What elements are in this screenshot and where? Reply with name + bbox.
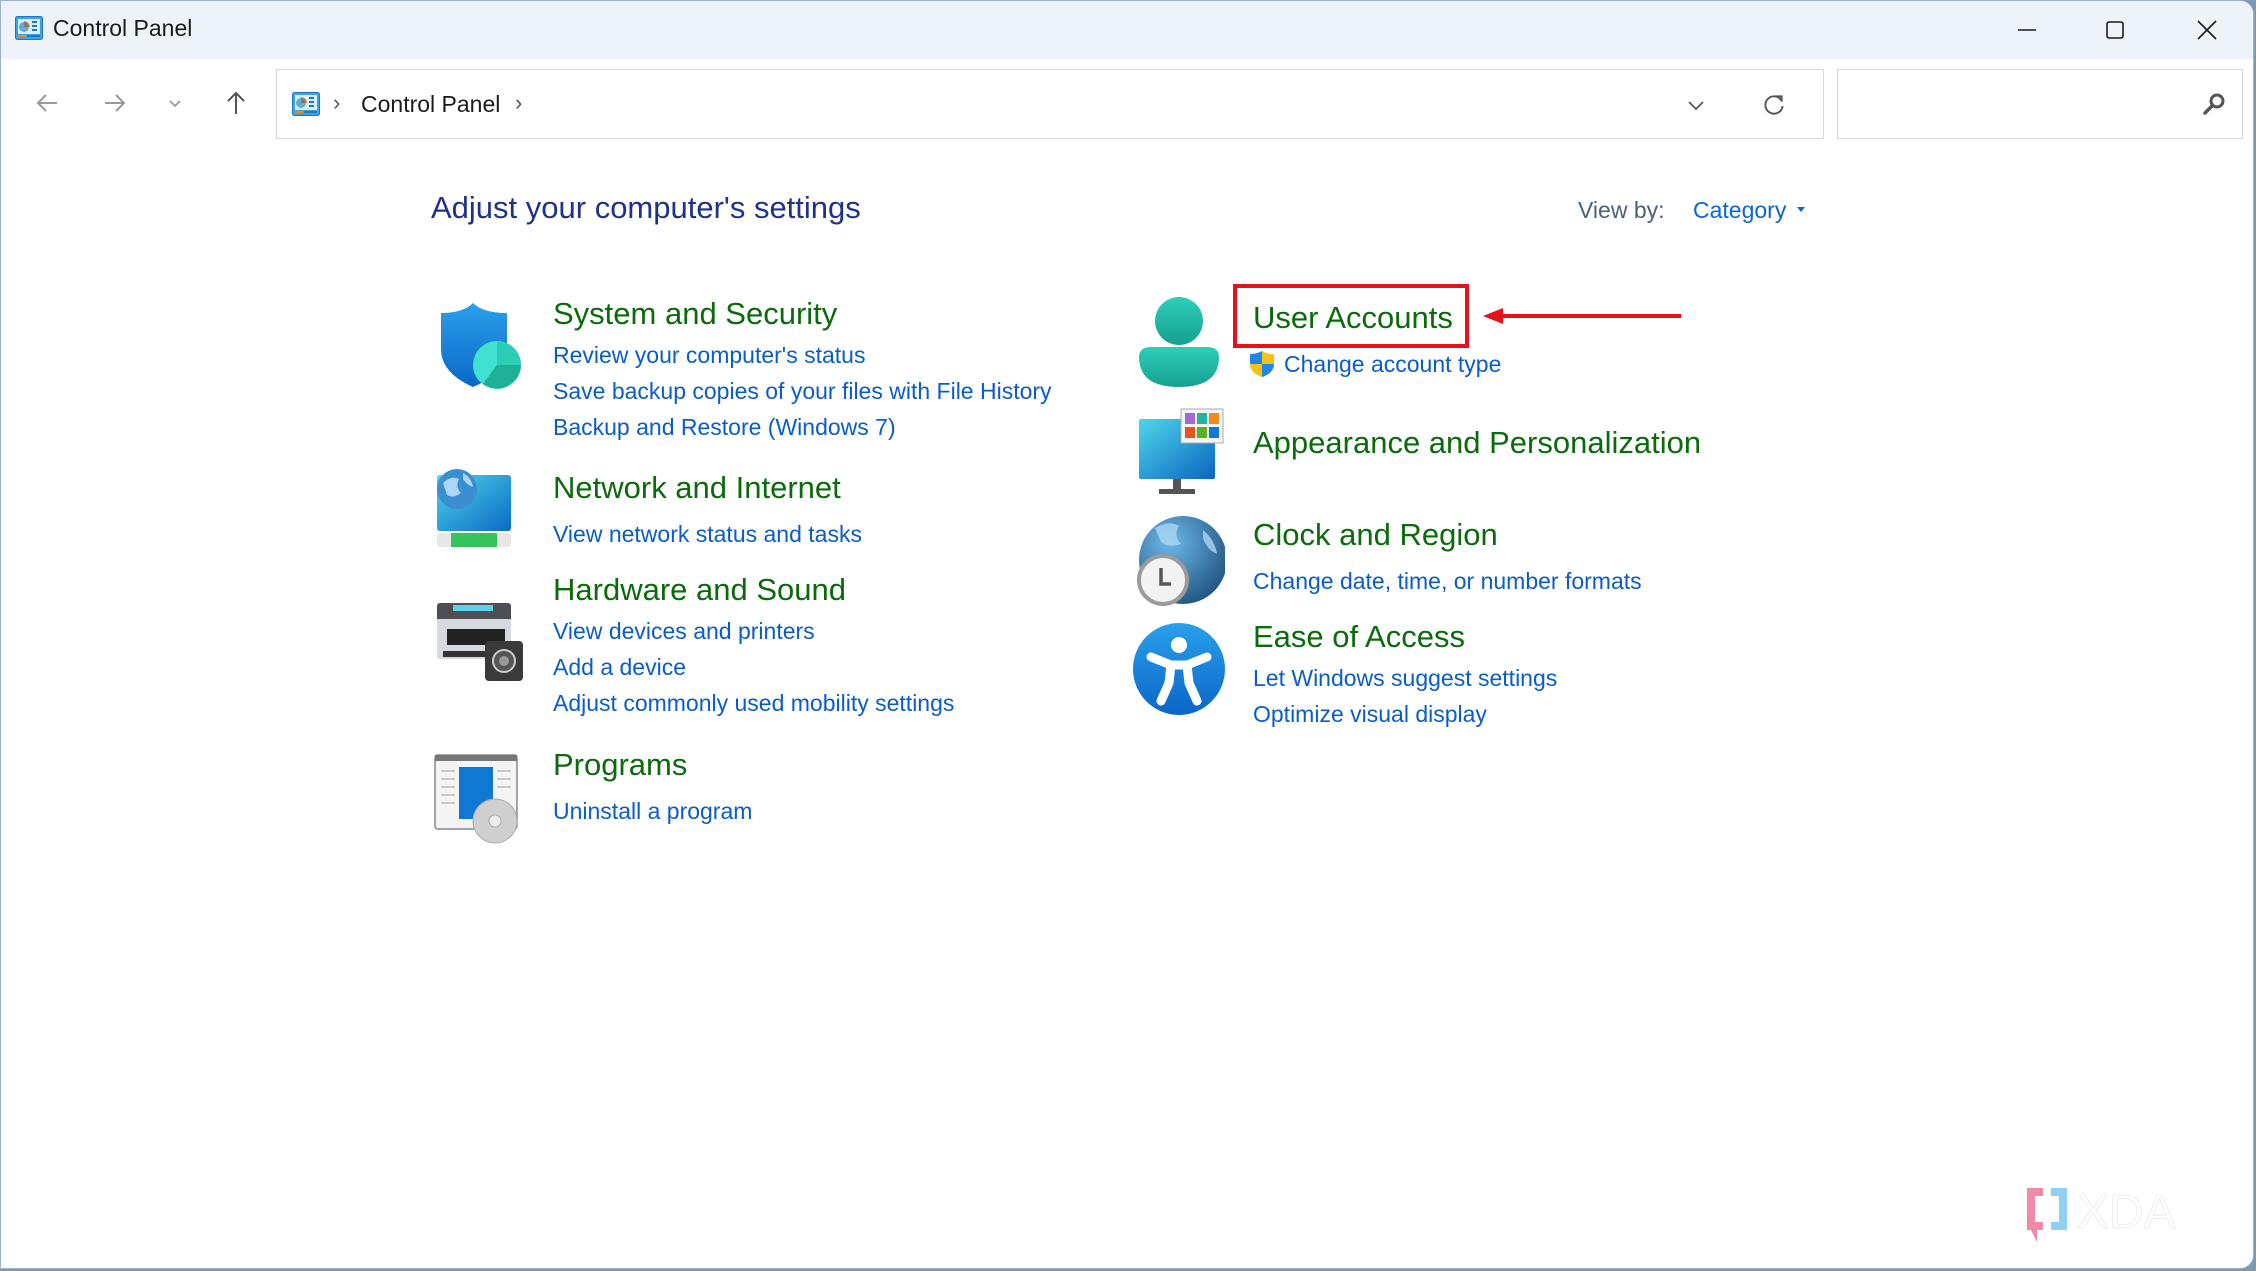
link-change-account-type[interactable]: Change account type (1284, 351, 1501, 378)
address-dropdown-button[interactable] (1679, 88, 1713, 122)
monitor-palette-icon (1139, 408, 1224, 494)
highlight-box (1233, 284, 1469, 348)
page-title: Adjust your computer's settings (431, 190, 861, 225)
xda-watermark-logo: XDA (2027, 1186, 2176, 1242)
minimize-button[interactable] (1981, 1, 2073, 59)
breadcrumb-separator-icon[interactable]: › (333, 90, 340, 116)
recent-locations-button[interactable] (153, 81, 197, 125)
arrow-up-icon (227, 91, 245, 114)
link-devices-printers[interactable]: View devices and printers (553, 618, 815, 645)
arrow-right-icon (105, 94, 126, 112)
programs-disc-icon (434, 754, 518, 844)
close-icon (2197, 20, 2217, 40)
link-optimize-visual-display[interactable]: Optimize visual display (1253, 701, 1487, 728)
link-review-status[interactable]: Review your computer's status (553, 342, 865, 369)
search-input[interactable] (1838, 70, 2194, 140)
caret-down-icon[interactable] (1797, 207, 1805, 212)
search-icon[interactable] (2200, 90, 2228, 118)
category-title-network-and-internet[interactable]: Network and Internet (553, 470, 841, 506)
close-button[interactable] (2161, 1, 2253, 59)
back-button[interactable] (25, 81, 69, 125)
user-icon (1139, 297, 1219, 387)
chevron-down-icon (1688, 101, 1704, 111)
accessibility-icon (1133, 623, 1225, 715)
control-panel-icon (15, 16, 43, 40)
xda-text: XDA (2077, 1186, 2176, 1239)
link-add-device[interactable]: Add a device (553, 654, 686, 681)
view-by-label: View by: (1578, 197, 1665, 223)
category-title-appearance-and-personalization[interactable]: Appearance and Personalization (1253, 425, 1701, 461)
up-button[interactable] (214, 81, 258, 125)
category-title-programs[interactable]: Programs (553, 747, 687, 783)
annotation-arrow-icon (1483, 308, 1681, 324)
link-backup-restore[interactable]: Backup and Restore (Windows 7) (553, 414, 896, 441)
uac-shield-icon (1250, 351, 1274, 377)
arrow-left-icon (36, 94, 57, 112)
link-windows-suggest-settings[interactable]: Let Windows suggest settings (1253, 665, 1557, 692)
category-title-hardware-and-sound[interactable]: Hardware and Sound (553, 572, 846, 608)
printer-speaker-icon (437, 603, 523, 681)
network-globe-icon (437, 469, 511, 547)
refresh-button[interactable] (1757, 88, 1791, 122)
chevron-down-icon (169, 100, 181, 108)
maximize-icon (2106, 21, 2124, 39)
control-panel-window: Control Panel › Control Panel › Adjust y… (0, 0, 2254, 1269)
link-network-status[interactable]: View network status and tasks (553, 521, 862, 548)
category-title-clock-and-region[interactable]: Clock and Region (1253, 517, 1498, 553)
title-bar: Control Panel (1, 1, 2253, 59)
link-date-time-formats[interactable]: Change date, time, or number formats (1253, 568, 1642, 595)
window-title: Control Panel (53, 15, 193, 41)
link-file-history[interactable]: Save backup copies of your files with Fi… (553, 378, 1052, 405)
forward-button[interactable] (93, 81, 137, 125)
link-uninstall-program[interactable]: Uninstall a program (553, 798, 752, 825)
globe-clock-icon (1137, 516, 1225, 606)
breadcrumb-separator-icon[interactable]: › (515, 90, 522, 116)
maximize-button[interactable] (2069, 1, 2161, 59)
shield-icon (441, 303, 521, 389)
minimize-icon (2018, 29, 2036, 31)
navigation-bar: › Control Panel › (1, 59, 2253, 149)
category-title-system-and-security[interactable]: System and Security (553, 296, 837, 332)
control-panel-icon (292, 92, 320, 116)
refresh-icon (1764, 95, 1784, 115)
address-bar[interactable]: › Control Panel › (276, 69, 1824, 139)
link-mobility-settings[interactable]: Adjust commonly used mobility settings (553, 690, 954, 717)
search-box[interactable] (1837, 69, 2243, 140)
category-title-ease-of-access[interactable]: Ease of Access (1253, 619, 1465, 655)
breadcrumb-control-panel[interactable]: Control Panel (361, 91, 500, 118)
view-by-dropdown[interactable]: Category (1693, 197, 1786, 224)
